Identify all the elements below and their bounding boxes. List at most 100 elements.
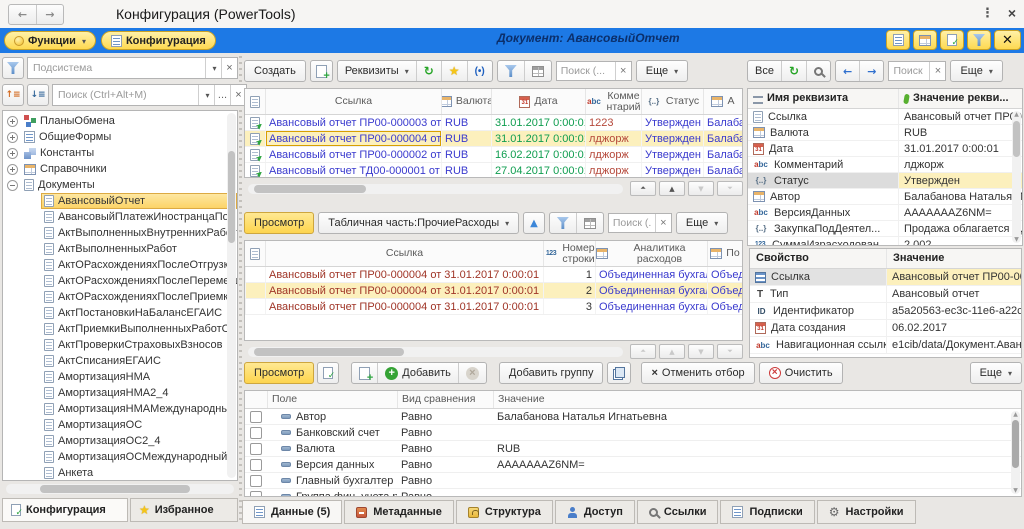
column-link[interactable]: Ссылка bbox=[265, 89, 441, 114]
add-button[interactable]: Добавить bbox=[377, 363, 458, 383]
favorite-button[interactable] bbox=[441, 61, 467, 81]
document-search-input[interactable] bbox=[557, 62, 615, 80]
tree-expander-icon[interactable] bbox=[7, 164, 18, 175]
tree-horizontal-scrollbar[interactable] bbox=[2, 483, 238, 495]
tree-item[interactable]: Документы bbox=[3, 177, 237, 193]
filter-row[interactable]: Группа фин. учета расчетов Равно bbox=[245, 489, 1021, 497]
go-next-button[interactable]: ▼ bbox=[688, 181, 714, 196]
next-object-button[interactable] bbox=[859, 61, 883, 81]
tabular-row[interactable]: Авансовый отчет ПР00-000004 от 31.01.201… bbox=[245, 283, 742, 299]
column-value[interactable]: Значение bbox=[886, 249, 1021, 268]
document-row[interactable]: Авансовый отчет ПР00-000003 от ... RUB 3… bbox=[245, 115, 742, 131]
forward-button[interactable] bbox=[36, 5, 63, 24]
tree-item[interactable]: АктПроверкиСтраховыхВзносов bbox=[3, 337, 237, 353]
document-list-hscrollbar[interactable] bbox=[248, 184, 623, 194]
property-row[interactable]: Навигационная ссылка e1cib/data/Документ… bbox=[750, 337, 1021, 354]
functions-menu-button[interactable]: Функции bbox=[4, 31, 96, 50]
attribute-row[interactable]: Ссылка Авансовый отчет ПР00-00... bbox=[748, 109, 1022, 125]
tree-item[interactable]: АктСписанияЕГАИС bbox=[3, 353, 237, 369]
tree-item[interactable]: ОбщиеФормы bbox=[3, 129, 237, 145]
go-first-button[interactable]: ⏶ bbox=[630, 181, 656, 196]
sort-descending-button[interactable] bbox=[27, 84, 49, 106]
more-button[interactable]: Еще bbox=[970, 362, 1022, 384]
search-clear-icon[interactable] bbox=[615, 62, 631, 80]
scrollbar-thumb[interactable] bbox=[1012, 420, 1019, 468]
more-button[interactable]: Еще bbox=[950, 60, 1002, 82]
scrollbar-thumb[interactable] bbox=[254, 348, 404, 356]
subsystem-input[interactable] bbox=[28, 58, 205, 78]
apply-filter-button[interactable] bbox=[317, 362, 339, 384]
column-author[interactable]: А bbox=[703, 89, 742, 114]
settings-grid-button[interactable] bbox=[524, 61, 551, 81]
column-status[interactable]: Статус bbox=[641, 89, 703, 114]
scrollbar-thumb[interactable] bbox=[254, 185, 366, 193]
tree-search-more-button[interactable]: ... bbox=[214, 85, 230, 105]
subsystem-filter-button[interactable] bbox=[2, 57, 24, 79]
clear-button[interactable]: Очистить bbox=[759, 362, 843, 384]
tabular-row[interactable]: Авансовый отчет ПР00-000004 от 31.01.201… bbox=[245, 267, 742, 283]
filter-checkbox[interactable] bbox=[250, 491, 262, 498]
filter-row[interactable]: Главный бухгалтер Равно bbox=[245, 473, 1021, 489]
attribute-row[interactable]: ВерсияДанных AAAAAAAZ6NM= bbox=[748, 205, 1022, 221]
filter-checkbox[interactable] bbox=[250, 475, 262, 487]
search-clear-icon[interactable] bbox=[929, 62, 945, 80]
new-document-button[interactable] bbox=[310, 60, 333, 82]
tree-item[interactable]: ПланыОбмена bbox=[3, 113, 237, 129]
filter-view-button[interactable] bbox=[967, 30, 991, 50]
sidebar-splitter[interactable] bbox=[239, 56, 242, 522]
view-button[interactable]: Просмотр bbox=[244, 362, 314, 384]
tree-item[interactable]: АмортизацияНМА bbox=[3, 369, 237, 385]
subsystem-dropdown-caret[interactable] bbox=[205, 58, 221, 78]
attribute-row[interactable]: ЗакупкаПодДеятел... Продажа облагается Н… bbox=[748, 221, 1022, 237]
scrollbar-thumb[interactable] bbox=[40, 485, 190, 493]
attribute-row[interactable]: Автор Балабанова Наталья Игна... bbox=[748, 189, 1022, 205]
bottom-tab[interactable]: Ссылки bbox=[637, 500, 719, 524]
tree-expander-icon[interactable] bbox=[7, 148, 18, 159]
tree-item[interactable]: АмортизацияНМА2_4 bbox=[3, 385, 237, 401]
tree-search-input[interactable] bbox=[53, 85, 198, 105]
more-button[interactable]: Еще bbox=[676, 212, 728, 234]
subsystem-clear-button[interactable]: × bbox=[221, 58, 237, 78]
filter-checkbox[interactable] bbox=[250, 427, 262, 439]
tree-item[interactable]: АктОРасхожденияхПослеПеремещ bbox=[3, 273, 237, 289]
tree-expander-icon[interactable] bbox=[7, 180, 18, 191]
tab-favorites[interactable]: Избранное bbox=[130, 498, 238, 522]
configuration-button[interactable]: Конфигурация bbox=[101, 31, 216, 50]
more-button[interactable]: Еще bbox=[636, 60, 688, 82]
copy-button[interactable] bbox=[607, 362, 631, 384]
attributes-search-input[interactable] bbox=[889, 62, 929, 80]
back-button[interactable] bbox=[9, 5, 36, 24]
column-currency[interactable]: Валюта bbox=[441, 89, 491, 114]
create-button[interactable]: Создать bbox=[244, 60, 306, 82]
attribute-row[interactable]: Статус Утвержден bbox=[748, 173, 1022, 189]
property-row[interactable]: Тип Авансовый отчет bbox=[750, 286, 1021, 303]
column-comparison[interactable]: Вид сравнения bbox=[397, 391, 493, 408]
attributes-vscrollbar[interactable]: ▲ ▼ bbox=[1012, 111, 1021, 243]
tree-item[interactable]: АктВыполненныхРабот bbox=[3, 241, 237, 257]
filter-button[interactable] bbox=[498, 61, 524, 81]
filter-checkbox[interactable] bbox=[250, 443, 262, 455]
tree-search-caret[interactable] bbox=[198, 85, 214, 105]
sort-ascending-button[interactable] bbox=[2, 84, 24, 106]
bottom-tab[interactable]: Доступ bbox=[555, 500, 635, 524]
document-row[interactable]: Авансовый отчет ПР00-000002 от ... RUB 1… bbox=[245, 147, 742, 163]
attribute-row[interactable]: СуммаИзрасходован... 2.002 bbox=[748, 237, 1022, 246]
refresh-button[interactable] bbox=[416, 61, 441, 81]
tree-item[interactable]: Справочники bbox=[3, 161, 237, 177]
tree-vertical-scrollbar[interactable] bbox=[227, 113, 236, 478]
attribute-row[interactable]: Комментарий лджорж bbox=[748, 157, 1022, 173]
tree-item[interactable]: АктПриемкиВыполненныхРаботОк bbox=[3, 321, 237, 337]
tree-item[interactable]: АктОРасхожденияхПослеПриемки bbox=[3, 289, 237, 305]
go-previous-button[interactable]: ▲ bbox=[659, 181, 685, 196]
bottom-tab[interactable]: Данные (5) bbox=[242, 500, 342, 524]
bottom-tab[interactable]: Настройки bbox=[817, 500, 916, 524]
go-previous-button[interactable]: ▲ bbox=[659, 344, 685, 359]
form-view-button[interactable] bbox=[886, 30, 910, 50]
filter-checkbox[interactable] bbox=[250, 411, 262, 423]
list-view-button[interactable] bbox=[940, 30, 964, 50]
move-up-button[interactable] bbox=[523, 212, 545, 234]
all-attributes-button[interactable]: Все bbox=[748, 61, 781, 81]
filter-button[interactable] bbox=[550, 213, 576, 233]
tree-item[interactable]: АмортизацияОС2_4 bbox=[3, 433, 237, 449]
inspect-button[interactable] bbox=[806, 61, 830, 81]
